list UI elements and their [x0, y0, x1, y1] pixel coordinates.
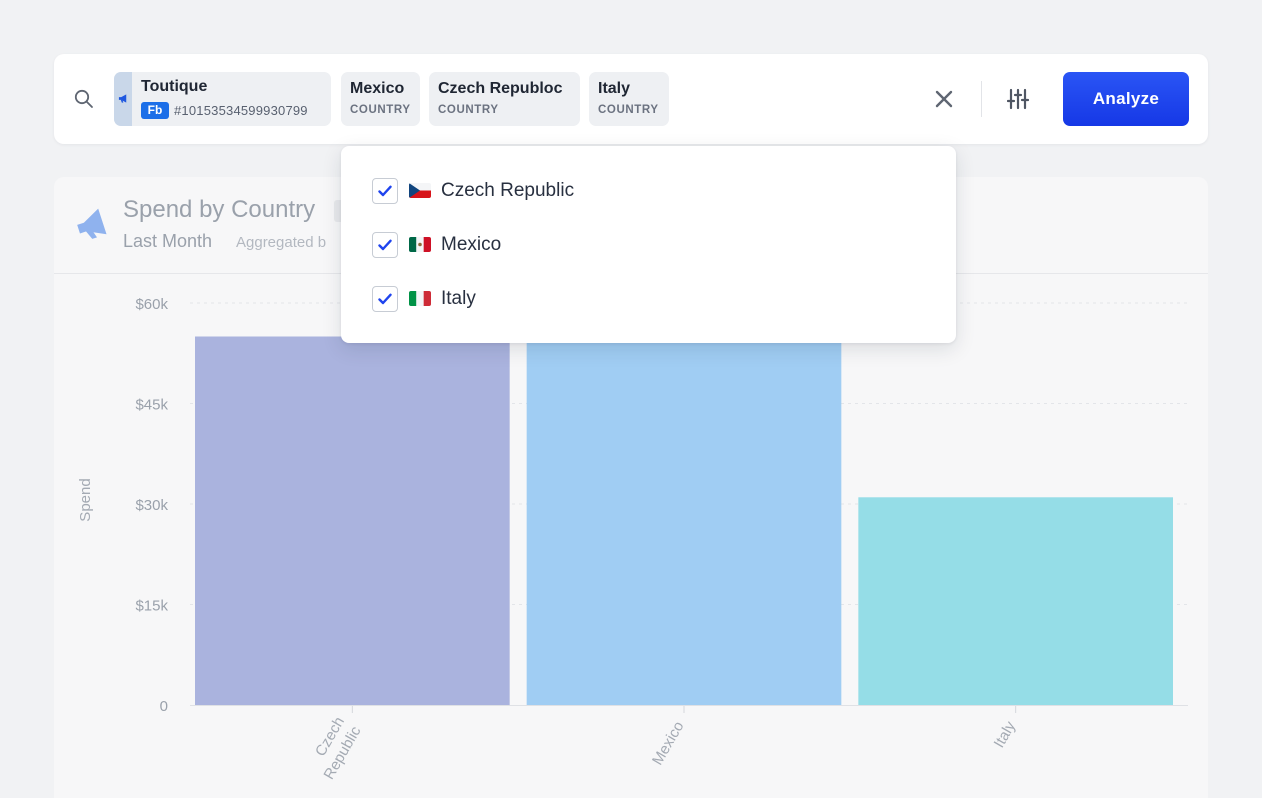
checkmark-icon	[378, 185, 392, 197]
dropdown-item-italy[interactable]: Italy	[372, 285, 932, 313]
dropdown-item-label: Mexico	[441, 234, 502, 255]
y-axis-label: Spend	[77, 478, 94, 521]
y-tick-label: $60k	[135, 296, 168, 313]
mexico-flag-icon	[409, 237, 431, 252]
bar-italy	[858, 497, 1173, 705]
checkbox[interactable]	[372, 286, 398, 312]
checkbox[interactable]	[372, 178, 398, 204]
country-dropdown: Czech Republic Mexico Italy	[341, 146, 956, 343]
x-tick-label: CzechRepublic	[304, 714, 365, 783]
x-tick-label: Mexico	[649, 719, 687, 769]
y-tick-label: $30k	[135, 497, 168, 514]
italy-flag-icon	[409, 291, 431, 306]
bar-czech-republic	[195, 336, 510, 705]
bar-mexico	[526, 336, 842, 705]
czech-flag-icon	[409, 183, 431, 198]
dropdown-item-label: Italy	[441, 288, 476, 309]
checkmark-icon	[378, 293, 392, 305]
spend-bar-chart: 0 $15k $30k $45k $60k Spend CzechRepublic Mexic…	[77, 296, 1188, 783]
y-tick-label: $45k	[135, 397, 168, 414]
checkmark-icon	[378, 239, 392, 251]
y-tick-label: 0	[160, 698, 168, 715]
x-tick-label: Italy	[991, 718, 1020, 751]
checkbox[interactable]	[372, 232, 398, 258]
dropdown-item-mexico[interactable]: Mexico	[372, 231, 932, 259]
dropdown-item-czech[interactable]: Czech Republic	[372, 177, 932, 205]
y-tick-label: $15k	[135, 598, 168, 615]
dropdown-item-label: Czech Republic	[441, 180, 575, 201]
